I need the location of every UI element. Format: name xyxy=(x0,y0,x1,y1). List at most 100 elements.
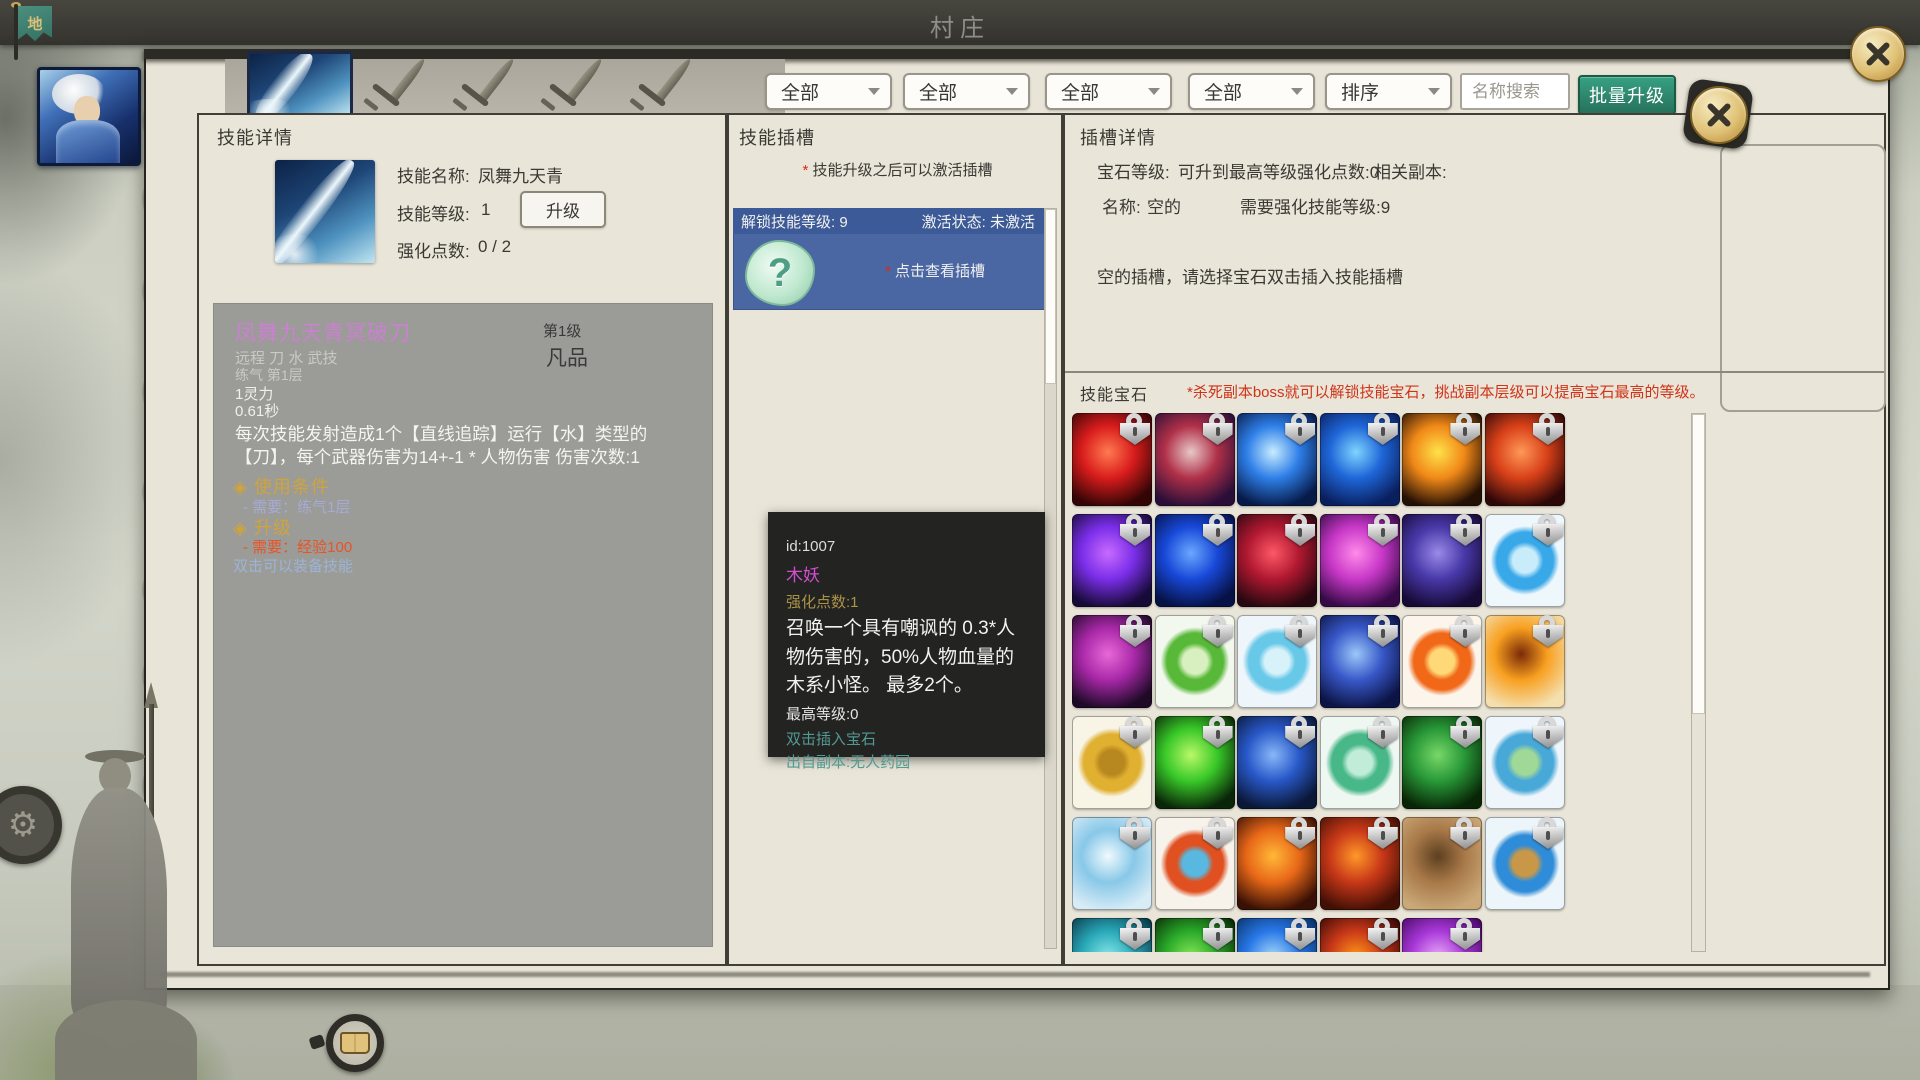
chevron-down-icon xyxy=(1006,88,1018,95)
gem-tile[interactable] xyxy=(1320,918,1400,952)
skillbar-slot-4[interactable] xyxy=(538,50,596,112)
gem-tile[interactable] xyxy=(1237,514,1317,607)
journal-book-button[interactable] xyxy=(326,1014,384,1072)
gem-tile[interactable] xyxy=(1237,817,1317,910)
scrollbar-thumb[interactable] xyxy=(1692,414,1705,714)
lock-icon xyxy=(1283,413,1317,447)
top-location-band: 村庄 xyxy=(0,0,1920,45)
skill-realm: 练气 第1层 xyxy=(235,365,303,385)
gem-tile[interactable] xyxy=(1485,514,1565,607)
lock-icon xyxy=(1448,716,1482,750)
scrollbar-thumb[interactable] xyxy=(1045,209,1056,384)
tooltip-gem-name: 木妖 xyxy=(786,561,1029,586)
blue-sword-art xyxy=(275,160,375,263)
skill-gems-title: 技能宝石 xyxy=(1080,381,1148,405)
gem-tile[interactable] xyxy=(1320,514,1400,607)
diamond-icon: ◈ xyxy=(233,477,248,497)
gem-tile[interactable] xyxy=(1155,918,1235,952)
skillbar-slot-2[interactable] xyxy=(361,50,419,112)
gem-tile[interactable] xyxy=(1072,716,1152,809)
gem-tile[interactable] xyxy=(1320,817,1400,910)
skill-icon xyxy=(275,160,375,263)
gem-tile[interactable] xyxy=(1402,514,1482,607)
view-slot-hint: * 点击查看插槽 xyxy=(885,260,985,281)
gem-tile[interactable] xyxy=(1155,413,1235,506)
gem-tile[interactable] xyxy=(1485,413,1565,506)
gem-tile[interactable] xyxy=(1402,413,1482,506)
gem-tile[interactable] xyxy=(1402,716,1482,809)
gem-tile[interactable] xyxy=(1237,413,1317,506)
lock-icon xyxy=(1366,615,1400,649)
gem-tile[interactable] xyxy=(1072,615,1152,708)
skill-detail-title: 技能详情 xyxy=(217,124,293,150)
batch-upgrade-button[interactable]: 批量升级 xyxy=(1578,75,1676,115)
gem-tooltip: id:1007 木妖 强化点数:1 召唤一个具有嘲讽的 0.3*人物伤害的，50… xyxy=(768,512,1045,757)
lock-icon xyxy=(1118,918,1152,952)
skill-full-name: 凤舞九天青冥破刀 xyxy=(235,317,411,347)
filter-dropdown-1[interactable]: 全部 xyxy=(765,73,892,110)
skillbar-slot-5[interactable] xyxy=(627,50,685,112)
gem-tile[interactable] xyxy=(1485,615,1565,708)
filter-dropdown-4-value: 全部 xyxy=(1204,78,1242,105)
gem-tile[interactable] xyxy=(1072,918,1152,952)
points-label: 强化点数:0 xyxy=(1297,158,1379,183)
gem-grid xyxy=(1072,413,1568,952)
tooltip-max-level: 最高等级:0 xyxy=(786,703,1029,724)
lock-icon xyxy=(1118,615,1152,649)
filter-dropdown-2[interactable]: 全部 xyxy=(903,73,1030,110)
location-title: 村庄 xyxy=(0,8,1920,43)
gem-tile[interactable] xyxy=(1485,817,1565,910)
filter-dropdown-4[interactable]: 全部 xyxy=(1188,73,1315,110)
diamond-icon: ◈ xyxy=(233,518,248,538)
gem-tile[interactable] xyxy=(1072,817,1152,910)
book-button-nub xyxy=(308,1034,325,1050)
background-mountain xyxy=(0,250,160,670)
skill-slot-card[interactable]: 解锁技能等级: 9 激活状态: 未激活 ? * 点击查看插槽 xyxy=(733,208,1045,310)
panel-close-button[interactable] xyxy=(1690,86,1748,144)
background-ground xyxy=(0,985,1920,1080)
question-mark-icon: ? xyxy=(745,240,815,306)
gem-tile[interactable] xyxy=(1237,615,1317,708)
character-portrait[interactable] xyxy=(37,67,141,166)
upgrade-button[interactable]: 升级 xyxy=(520,191,606,228)
gem-tile[interactable] xyxy=(1402,817,1482,910)
gear-icon: ⚙ xyxy=(8,805,38,845)
gem-tile[interactable] xyxy=(1155,514,1235,607)
gem-tile[interactable] xyxy=(1402,615,1482,708)
tooltip-source: 出自副本:无人药园 xyxy=(786,751,1029,772)
sort-dropdown[interactable]: 排序 xyxy=(1325,73,1452,110)
gem-tile[interactable] xyxy=(1402,918,1482,952)
gem-tile[interactable] xyxy=(1485,716,1565,809)
gem-tile[interactable] xyxy=(1320,615,1400,708)
skill-description: 每次技能发射造成1个【直线追踪】运行【水】类型的【刀】，每个武器伤害为14+-1… xyxy=(235,423,697,469)
lock-icon xyxy=(1118,817,1152,851)
lock-icon xyxy=(1118,413,1152,447)
gem-tile[interactable] xyxy=(1072,514,1152,607)
lock-icon xyxy=(1366,716,1400,750)
skill-card-level: 第1级 xyxy=(543,320,581,341)
skillbar-slot-active[interactable] xyxy=(247,51,353,119)
gem-tile[interactable] xyxy=(1155,817,1235,910)
screen-close-button[interactable] xyxy=(1850,26,1906,82)
skillbar-slot-3[interactable] xyxy=(450,50,508,112)
gem-tile[interactable] xyxy=(1072,413,1152,506)
gem-grid-scrollbar[interactable] xyxy=(1691,413,1706,952)
gem-tile[interactable] xyxy=(1237,716,1317,809)
gem-tile[interactable] xyxy=(1155,716,1235,809)
gem-tile[interactable] xyxy=(1320,413,1400,506)
gem-tile[interactable] xyxy=(1155,615,1235,708)
gem-tile[interactable] xyxy=(1237,918,1317,952)
skill-points-value: 0 / 2 xyxy=(478,237,511,257)
lock-icon xyxy=(1118,514,1152,548)
lock-icon xyxy=(1531,716,1565,750)
slot-panel-scrollbar[interactable] xyxy=(1044,208,1057,949)
section-divider xyxy=(1065,371,1884,373)
gem-tile[interactable] xyxy=(1320,716,1400,809)
skill-name-label: 技能名称: xyxy=(397,162,470,187)
filter-dropdown-3[interactable]: 全部 xyxy=(1045,73,1172,110)
lock-icon xyxy=(1448,615,1482,649)
lock-icon xyxy=(1283,817,1317,851)
map-flag-icon[interactable]: 地 xyxy=(10,2,62,62)
name-search-input[interactable] xyxy=(1460,73,1570,110)
slot-active-status: 激活状态: 未激活 xyxy=(922,211,1035,234)
